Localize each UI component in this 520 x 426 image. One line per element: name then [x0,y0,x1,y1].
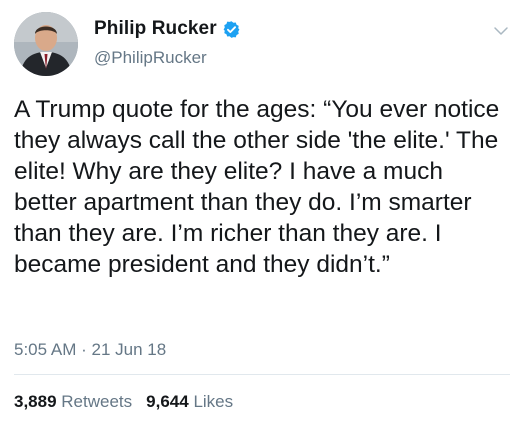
divider [14,374,510,375]
avatar[interactable] [14,12,78,76]
tweet-stats: 3,889 Retweets 9,644 Likes [14,392,233,412]
retweets-label: Retweets [61,392,133,411]
likes-count: 9,644 [146,392,189,411]
likes-label: Likes [193,392,234,411]
avatar-image [14,12,78,76]
chevron-down-icon[interactable] [492,22,510,40]
tweet-time: 5:05 AM [14,340,77,359]
verified-badge-icon [222,20,241,39]
author-display-name[interactable]: Philip Rucker [94,18,217,40]
retweets-stat[interactable]: 3,889 Retweets [14,392,132,412]
tweet-card: Philip Rucker @PhilipRucker A Trump quot… [0,0,520,426]
timestamp-separator: · [76,340,92,359]
tweet-text: A Trump quote for the ages: “You ever no… [14,96,500,278]
author-handle[interactable]: @PhilipRucker [94,48,207,68]
tweet-date: 21 Jun 18 [91,340,167,359]
author-name-row: Philip Rucker [94,18,241,40]
tweet-timestamp[interactable]: 5:05 AM · 21 Jun 18 [14,340,166,360]
retweets-count: 3,889 [14,392,57,411]
likes-stat[interactable]: 9,644 Likes [146,392,233,412]
